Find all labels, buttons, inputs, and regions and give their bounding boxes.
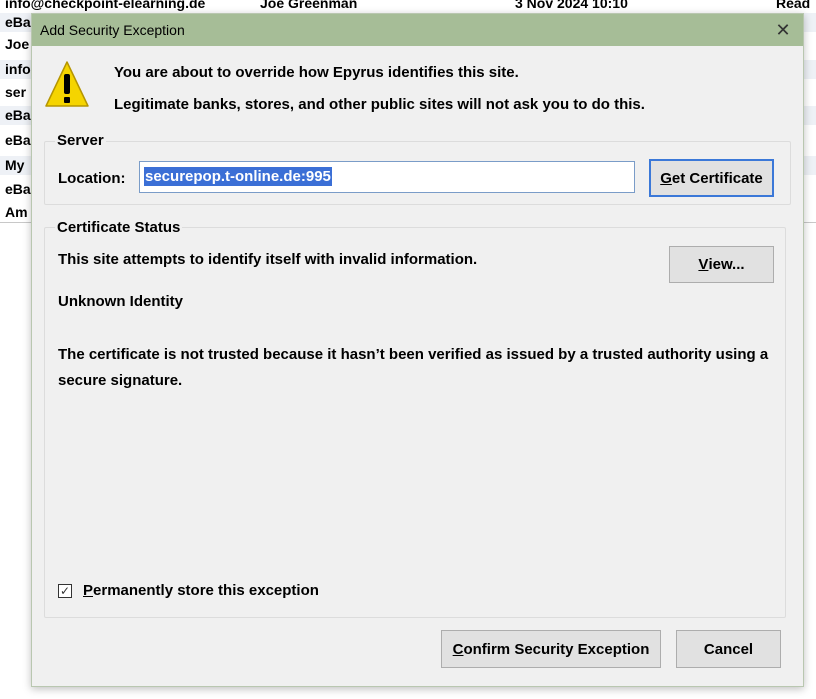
confirm-label: onfirm Security Exception <box>463 640 650 658</box>
list-from: info <box>5 61 31 77</box>
location-label: Location: <box>58 170 126 187</box>
dialog-titlebar[interactable]: Add Security Exception ✕ <box>32 14 803 46</box>
confirm-accesskey: C <box>452 640 464 658</box>
status-short-description: This site attempts to identify itself wi… <box>58 251 478 268</box>
server-group-label: Server <box>55 132 106 149</box>
permanent-accesskey: P <box>83 582 94 599</box>
warning-message-line1: You are about to override how Epyrus ide… <box>114 64 519 81</box>
list-from: eBa <box>5 107 31 123</box>
status-identity: Unknown Identity <box>58 293 183 310</box>
get-certificate-button[interactable]: Get Certificate <box>649 159 774 197</box>
close-icon: ✕ <box>775 19 791 40</box>
checkmark-icon: ✓ <box>59 583 71 598</box>
list-from: eBa <box>5 181 31 197</box>
list-date: 3 Nov 2024 10:10 <box>515 0 628 11</box>
security-exception-dialog: Add Security Exception ✕ You are about t… <box>31 13 804 687</box>
dialog-title: Add Security Exception <box>40 22 185 38</box>
warning-triangle-icon <box>45 61 89 107</box>
list-from: eBa <box>5 14 31 30</box>
permanent-store-checkbox[interactable]: ✓ <box>58 583 72 598</box>
status-long-description: The certificate is not trusted because i… <box>58 346 769 389</box>
certificate-status-group <box>44 227 786 618</box>
certificate-status-label: Certificate Status <box>55 219 183 236</box>
get-certificate-label: et Certificate <box>671 169 763 187</box>
list-from: Am <box>5 204 28 220</box>
cancel-button[interactable]: Cancel <box>676 630 781 668</box>
view-button[interactable]: View... <box>669 246 774 283</box>
location-value: securepop.t-online.de:995 <box>144 167 332 186</box>
view-accesskey: V <box>698 256 709 273</box>
list-row[interactable]: info@checkpoint-elearning.de Joe Greenma… <box>0 0 816 13</box>
list-from: info@checkpoint-elearning.de <box>5 0 206 11</box>
view-label: iew... <box>708 256 745 273</box>
list-from: Joe <box>5 36 30 52</box>
list-from: eBa <box>5 132 31 148</box>
list-status: Read <box>776 0 811 11</box>
get-certificate-accesskey: G <box>660 169 672 187</box>
permanent-store-row[interactable]: ✓ Permanently store this exception <box>58 582 319 599</box>
warning-message-line2: Legitimate banks, stores, and other publ… <box>114 96 645 113</box>
permanent-label-text: ermanently store this exception <box>93 582 319 599</box>
permanent-store-label[interactable]: Permanently store this exception <box>83 582 319 599</box>
list-from: ser <box>5 84 27 100</box>
confirm-security-exception-button[interactable]: Confirm Security Exception <box>441 630 661 668</box>
list-correspondent: Joe Greenman <box>260 0 358 11</box>
list-from: My <box>5 157 25 173</box>
close-button[interactable]: ✕ <box>763 14 803 46</box>
location-input[interactable]: securepop.t-online.de:995 <box>139 161 635 193</box>
